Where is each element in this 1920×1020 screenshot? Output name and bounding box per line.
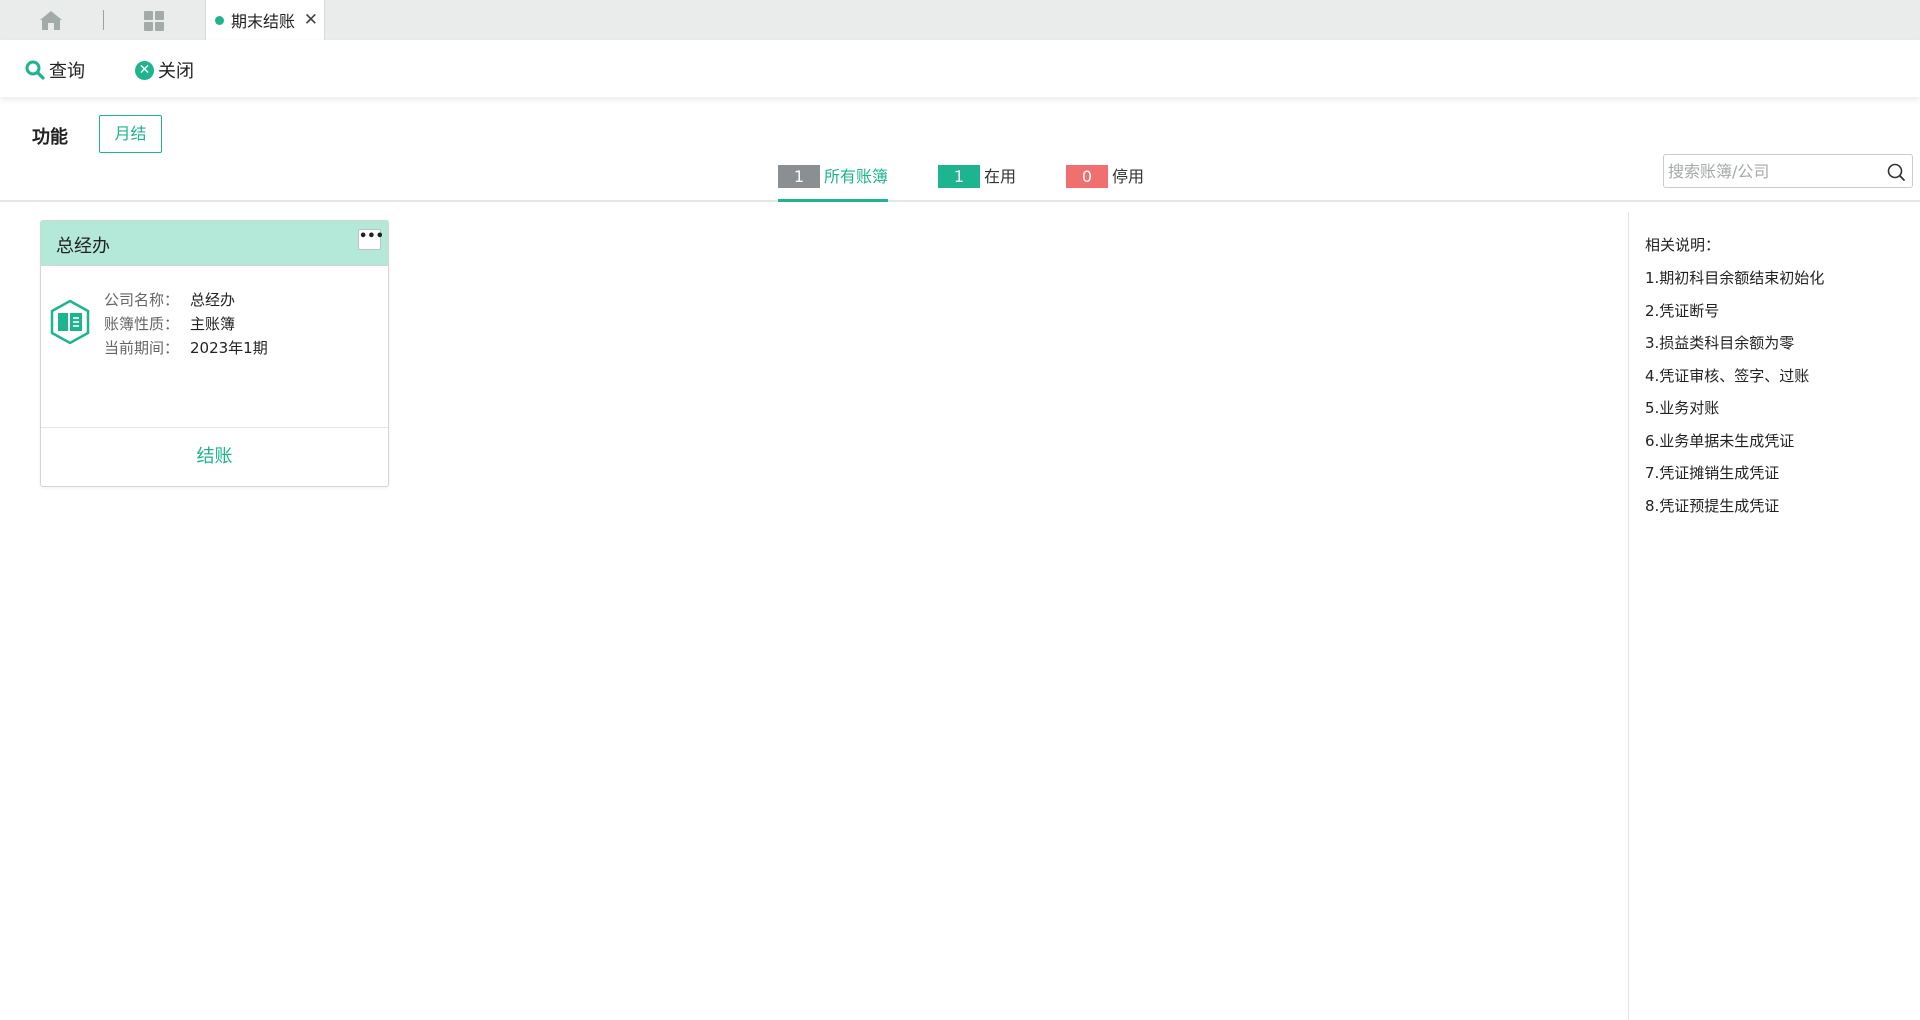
card-field-current-period: 当前期间： 2023年1期 — [104, 337, 268, 358]
note-item: 4.凭证审核、签字、过账 — [1645, 366, 1810, 385]
apps-grid-icon[interactable] — [143, 10, 165, 32]
filter-tab-active[interactable]: 1 在用 — [938, 165, 1016, 202]
card-field-ledger-type: 账簿性质： 主账簿 — [104, 313, 235, 334]
field-value: 主账簿 — [190, 315, 236, 333]
field-value: 总经办 — [190, 291, 236, 309]
notes-panel: 相关说明： 1.期初科目余额结束初始化 2.凭证断号 3.损益类科目余额为零 4… — [1645, 234, 1824, 527]
monthly-closing-button[interactable]: 月结 — [99, 115, 162, 153]
note-item: 2.凭证断号 — [1645, 301, 1720, 320]
close-account-button[interactable]: 结账 — [41, 428, 388, 486]
card-title: 总经办 — [56, 236, 110, 257]
count-badge: 1 — [778, 165, 820, 188]
count-badge: 0 — [1066, 165, 1108, 188]
toolbar: 查询 ✕ 关闭 — [0, 40, 1920, 97]
card-header: 总经办 ••• — [41, 221, 388, 266]
ledger-card: 总经办 ••• 公司名称： 总经办 账簿性质： 主账簿 当前期间： 2023年1… — [40, 220, 389, 487]
tab-bar: 期末结账 ✕ — [0, 0, 1920, 40]
search-input[interactable] — [1668, 157, 1878, 185]
note-item: 1.期初科目余额结束初始化 — [1645, 269, 1825, 287]
filter-tab-all-ledgers[interactable]: 1 所有账簿 — [778, 165, 889, 202]
tab-label: 期末结账 — [231, 12, 296, 31]
field-key: 公司名称： — [104, 291, 180, 309]
tab-separator — [103, 10, 104, 30]
close-label: 关闭 — [158, 61, 194, 82]
tab-active-dot — [215, 15, 224, 25]
note-item: 5.业务对账 — [1645, 399, 1720, 417]
field-value: 2023年1期 — [190, 339, 268, 357]
search-box — [1663, 154, 1913, 188]
note-item: 8.凭证预提生成凭证 — [1645, 496, 1780, 515]
filter-label: 在用 — [984, 167, 1017, 186]
tab-close-icon[interactable]: ✕ — [304, 11, 318, 29]
more-icon[interactable]: ••• — [358, 229, 384, 250]
search-icon[interactable] — [1886, 162, 1906, 182]
card-field-company: 公司名称： 总经办 — [104, 289, 235, 310]
filter-label: 所有账簿 — [824, 167, 889, 186]
field-key: 账簿性质： — [104, 315, 180, 333]
function-label: 功能 — [32, 127, 68, 148]
home-icon[interactable] — [38, 9, 64, 31]
note-item: 7.凭证摊销生成凭证 — [1645, 464, 1780, 482]
query-button[interactable]: 查询 — [25, 57, 85, 83]
query-label: 查询 — [49, 61, 85, 82]
close-button[interactable]: ✕ 关闭 — [135, 57, 194, 83]
tab-period-end-closing[interactable]: 期末结账 ✕ — [205, 0, 325, 40]
notes-title: 相关说明： — [1645, 236, 1721, 254]
filter-tab-stopped[interactable]: 0 停用 — [1066, 165, 1144, 202]
count-badge: 1 — [938, 165, 980, 188]
search-icon — [25, 60, 45, 80]
right-panel-divider — [1628, 212, 1629, 1020]
note-item: 6.业务单据未生成凭证 — [1645, 431, 1795, 450]
note-item: 3.损益类科目余额为零 — [1645, 334, 1795, 352]
close-circle-icon: ✕ — [135, 60, 154, 80]
field-key: 当前期间： — [104, 339, 180, 357]
ledger-book-icon — [50, 299, 90, 345]
filter-label: 停用 — [1112, 167, 1145, 186]
